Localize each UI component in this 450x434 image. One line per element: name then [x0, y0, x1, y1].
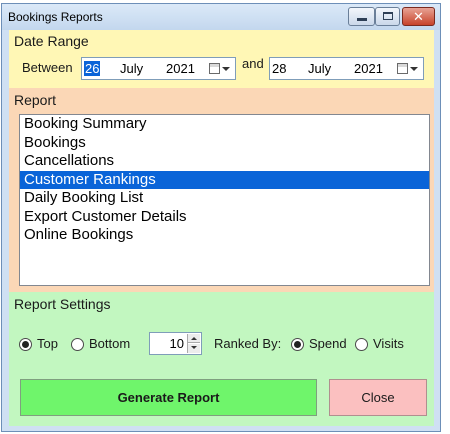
spinner-buttons [187, 334, 200, 353]
calendar-icon [397, 63, 408, 74]
top-radio[interactable] [19, 338, 32, 351]
from-calendar-dropdown-button[interactable] [209, 61, 231, 76]
visits-radio-label[interactable]: Visits [373, 336, 404, 351]
visits-radio[interactable] [355, 338, 368, 351]
between-label: Between [22, 60, 73, 75]
minimize-button[interactable] [348, 7, 375, 26]
calendar-icon [209, 63, 220, 74]
date-range-group: Date Range Between 26 July 2021 and 28 J… [9, 30, 434, 88]
title-bar[interactable]: Bookings Reports ✕ [2, 4, 440, 30]
count-spinner[interactable]: 10 [149, 332, 202, 355]
to-calendar-dropdown-button[interactable] [397, 61, 419, 76]
count-value[interactable]: 10 [170, 336, 184, 351]
to-date-picker[interactable]: 28 July 2021 [269, 57, 424, 80]
report-label: Report [14, 92, 57, 108]
bookings-reports-window: Bookings Reports ✕ Date Range Between 26… [1, 3, 441, 432]
report-listbox[interactable]: Booking Summary Bookings Cancellations C… [19, 114, 430, 286]
close-button[interactable]: Close [329, 379, 427, 416]
from-year[interactable]: 2021 [166, 61, 195, 76]
generate-report-button[interactable]: Generate Report [20, 379, 317, 416]
window-close-button[interactable]: ✕ [402, 7, 435, 26]
spend-radio-label[interactable]: Spend [309, 336, 347, 351]
window-title: Bookings Reports [8, 10, 103, 24]
to-day[interactable]: 28 [272, 61, 286, 76]
report-list-item[interactable]: Booking Summary [20, 115, 429, 134]
close-icon: ✕ [413, 9, 424, 24]
report-list-item[interactable]: Online Bookings [20, 226, 429, 245]
chevron-down-icon [222, 67, 230, 71]
to-month[interactable]: July [308, 61, 331, 76]
report-list-item[interactable]: Cancellations [20, 152, 429, 171]
spend-radio[interactable] [291, 338, 304, 351]
minimize-icon [357, 18, 367, 21]
maximize-button[interactable] [375, 7, 400, 26]
spin-down-icon[interactable] [188, 344, 200, 353]
to-year[interactable]: 2021 [354, 61, 383, 76]
top-radio-label[interactable]: Top [37, 336, 58, 351]
from-day[interactable]: 26 [84, 61, 101, 76]
from-date-picker[interactable]: 26 July 2021 [81, 57, 236, 80]
report-settings-group: Report Settings Top Bottom 10 Ranked By:… [9, 292, 434, 426]
report-list-item[interactable]: Export Customer Details [20, 208, 429, 227]
ranked-by-label: Ranked By: [214, 336, 282, 351]
and-label: and [242, 56, 264, 71]
report-list-item[interactable]: Daily Booking List [20, 189, 429, 208]
report-list-item-selected[interactable]: Customer Rankings [20, 170, 429, 189]
dialog-client-area: Date Range Between 26 July 2021 and 28 J… [9, 30, 434, 426]
report-group: Report Booking Summary Bookings Cancella… [9, 88, 434, 292]
date-range-label: Date Range [14, 33, 89, 49]
bottom-radio-label[interactable]: Bottom [89, 336, 130, 351]
bottom-radio[interactable] [71, 338, 84, 351]
maximize-icon [383, 12, 393, 20]
from-month[interactable]: July [120, 61, 143, 76]
report-list-item[interactable]: Bookings [20, 134, 429, 153]
report-settings-label: Report Settings [14, 296, 111, 312]
chevron-down-icon [410, 67, 418, 71]
spin-up-icon[interactable] [188, 334, 200, 343]
